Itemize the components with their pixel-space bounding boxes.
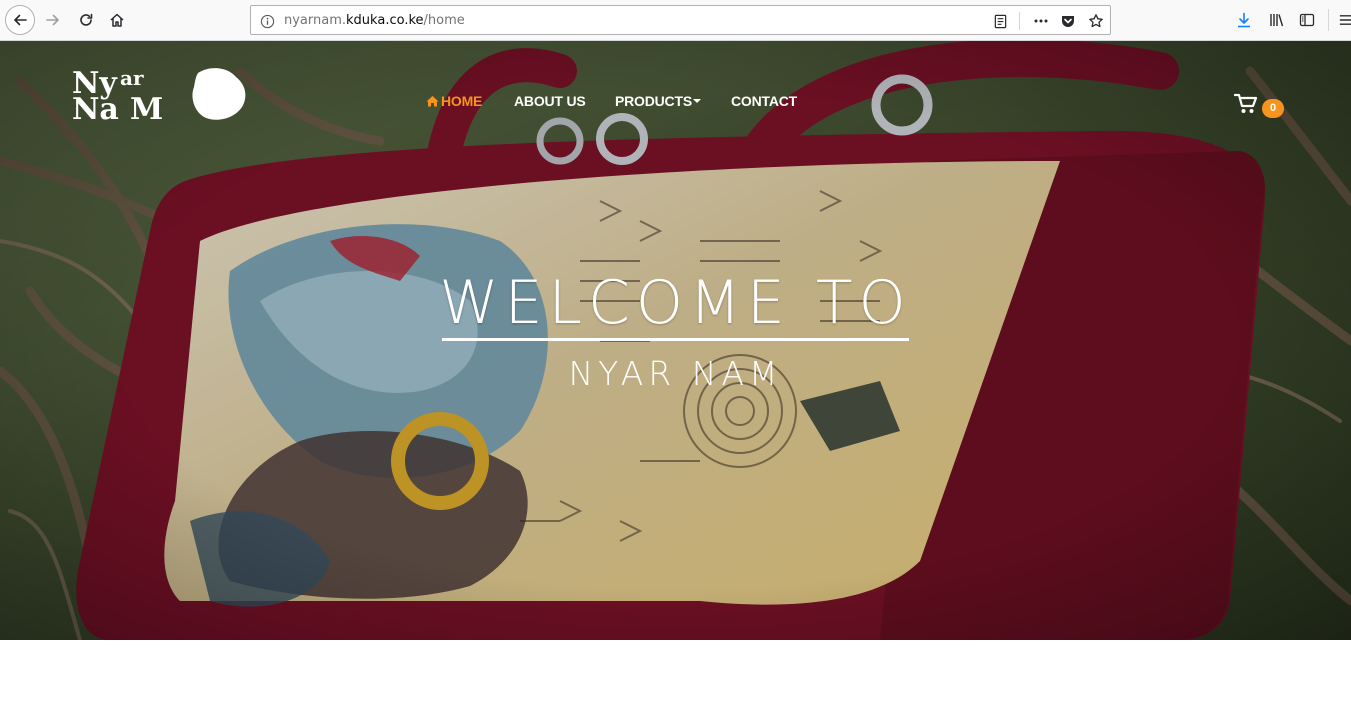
hero-section: Ny ar Na M HOME ABOUT US PRODUCTS CONTAC… <box>0 41 1351 640</box>
nav-home-link[interactable]: HOME <box>426 93 482 109</box>
back-arrow-icon <box>14 14 27 26</box>
url-text[interactable]: nyarnam.kduka.co.ke/home <box>284 13 465 28</box>
pocket-icon[interactable] <box>1059 12 1077 30</box>
site-info-icon[interactable] <box>259 13 275 29</box>
hamburger-menu-icon[interactable] <box>1336 11 1351 29</box>
home-icon <box>110 13 124 27</box>
nav-products-label: PRODUCTS <box>615 93 692 109</box>
forward-arrow-icon <box>46 14 59 26</box>
sidebar-toggle-icon[interactable] <box>1298 11 1316 29</box>
caret-down-icon <box>692 99 701 103</box>
shopping-cart-icon[interactable] <box>1234 93 1258 115</box>
page-actions-icon[interactable] <box>1032 12 1050 30</box>
forward-button[interactable] <box>39 6 67 34</box>
nav-products-dropdown[interactable]: PRODUCTS <box>615 93 701 109</box>
url-path: /home <box>423 13 465 28</box>
nav-contact-link[interactable]: CONTACT <box>731 93 797 109</box>
back-button[interactable] <box>5 5 35 35</box>
bookmark-star-icon[interactable] <box>1087 12 1105 30</box>
address-bar[interactable]: nyarnam.kduka.co.ke/home <box>250 5 1111 35</box>
nav-about-label: ABOUT US <box>514 93 586 109</box>
cart-count-badge[interactable]: 0 <box>1262 99 1284 118</box>
hero-subtitle: NYAR NAM <box>568 354 783 393</box>
reload-button[interactable] <box>72 6 100 34</box>
nav-about-link[interactable]: ABOUT US <box>514 93 586 109</box>
main-nav: HOME ABOUT US PRODUCTS CONTACT <box>0 93 1351 113</box>
hero-title: WELCOME TO <box>439 268 912 338</box>
urlbar-separator <box>1019 12 1020 30</box>
svg-text:ar: ar <box>120 66 144 90</box>
home-icon <box>426 96 439 107</box>
nav-home-label: HOME <box>441 93 483 109</box>
downloads-icon[interactable] <box>1235 11 1253 29</box>
browser-toolbar: nyarnam.kduka.co.ke/home <box>0 0 1351 41</box>
url-host: kduka.co.ke <box>346 13 424 28</box>
library-icon[interactable] <box>1268 11 1286 29</box>
content-area <box>0 640 1351 702</box>
home-button[interactable] <box>103 6 131 34</box>
nav-contact-label: CONTACT <box>731 93 797 109</box>
url-prefix: nyarnam. <box>284 13 347 28</box>
reload-icon <box>80 13 93 26</box>
reader-view-icon[interactable] <box>991 12 1009 30</box>
hero-title-underline <box>442 338 909 341</box>
toolbar-separator <box>1328 9 1329 31</box>
